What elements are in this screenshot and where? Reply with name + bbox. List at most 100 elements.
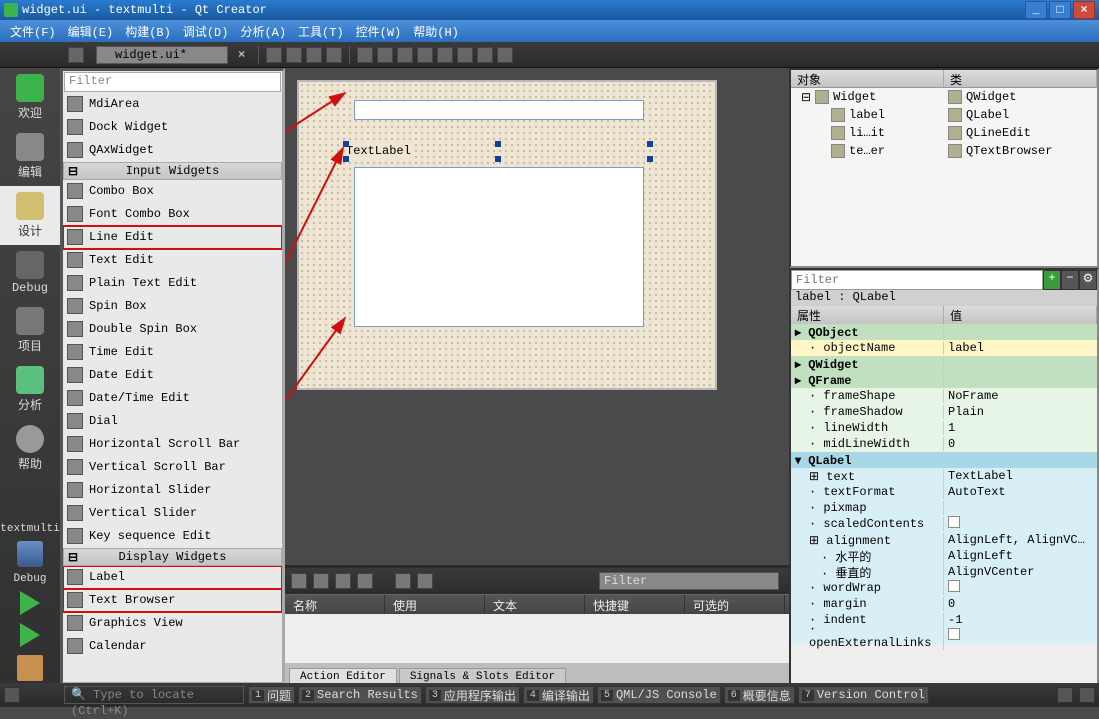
output-tab[interactable]: 4编译输出 [523, 686, 594, 704]
mode-edit[interactable]: 编辑 [0, 127, 60, 186]
widget-item-calendar[interactable]: Calendar [63, 635, 282, 658]
action-filter[interactable]: Filter [599, 572, 779, 590]
widget-item-horizontal-slider[interactable]: Horizontal Slider [63, 479, 282, 502]
widget-item-double-spin-box[interactable]: Double Spin Box [63, 318, 282, 341]
settings-icon[interactable]: ⚙ [1079, 270, 1097, 290]
property-row[interactable]: · midLineWidth0 [791, 436, 1097, 452]
widget-item-graphics-view[interactable]: Graphics View [63, 612, 282, 635]
widget-item-key-sequence-edit[interactable]: Key sequence Edit [63, 525, 282, 548]
minimize-button[interactable]: _ [1025, 1, 1047, 19]
mode-help[interactable]: 帮助 [0, 419, 60, 478]
active-project[interactable]: textmulti [0, 521, 59, 537]
close-doc-icon[interactable]: × [238, 48, 245, 62]
menu-edit[interactable]: 编辑(E) [62, 23, 120, 40]
back-icon[interactable] [68, 47, 84, 63]
widget-item-text-edit[interactable]: Text Edit [63, 249, 282, 272]
property-row[interactable]: · frameShadowPlain [791, 404, 1097, 420]
edit-signals-icon[interactable] [286, 47, 302, 63]
widgetbox-filter[interactable]: Filter [64, 72, 281, 92]
output-tab[interactable]: 3应用程序输出 [425, 686, 520, 704]
action-table-body[interactable] [285, 614, 789, 663]
lineedit-widget[interactable] [354, 100, 644, 120]
property-row[interactable]: · frameShapeNoFrame [791, 388, 1097, 404]
form-canvas-area[interactable]: TextLabel [285, 68, 789, 565]
widget-item-dial[interactable]: Dial [63, 410, 282, 433]
kit-selector-icon[interactable] [17, 541, 43, 567]
mode-welcome[interactable]: 欢迎 [0, 68, 60, 127]
add-property-icon[interactable]: + [1043, 270, 1061, 290]
mode-projects[interactable]: 项目 [0, 301, 60, 360]
widget-item-text-browser[interactable]: Text Browser [63, 589, 282, 612]
property-group-header[interactable]: ▸ QFrame [791, 372, 1097, 388]
edit-widgets-icon[interactable] [266, 47, 282, 63]
property-row[interactable]: · 水平的AlignLeft [791, 548, 1097, 564]
object-row[interactable]: te…erQTextBrowser [791, 142, 1097, 160]
output-tab[interactable]: 1问题 [248, 686, 295, 704]
listview-icon[interactable] [417, 573, 433, 589]
menu-file[interactable]: 文件(F) [4, 23, 62, 40]
property-row[interactable]: ⊞ textTextLabel [791, 468, 1097, 484]
edit-buddies-icon[interactable] [306, 47, 322, 63]
widget-item-plain-text-edit[interactable]: Plain Text Edit [63, 272, 282, 295]
copy-action-icon[interactable] [313, 573, 329, 589]
property-row[interactable]: · openExternalLinks [791, 628, 1097, 644]
widget-item-qaxwidget[interactable]: QAxWidget [63, 139, 282, 162]
progress-icon[interactable] [1057, 687, 1073, 703]
property-row[interactable]: ⊞ alignmentAlignLeft, AlignVC… [791, 532, 1097, 548]
property-row[interactable]: · scaledContents [791, 516, 1097, 532]
remove-property-icon[interactable]: − [1061, 270, 1079, 290]
menu-help[interactable]: 帮助(H) [407, 23, 465, 40]
widget-item-line-edit[interactable]: Line Edit [63, 226, 282, 249]
mode-design[interactable]: 设计 [0, 186, 60, 245]
widget-item-spin-box[interactable]: Spin Box [63, 295, 282, 318]
layout-hsplit-icon[interactable] [397, 47, 413, 63]
output-tab[interactable]: 2Search Results [298, 686, 422, 704]
delete-action-icon[interactable] [357, 573, 373, 589]
build-button[interactable] [17, 655, 43, 681]
menu-analyze[interactable]: 分析(A) [234, 23, 292, 40]
maximize-button[interactable]: □ [1049, 1, 1071, 19]
run-debug-button[interactable] [20, 623, 40, 647]
layout-vsplit-icon[interactable] [417, 47, 433, 63]
widget-item-dock-widget[interactable]: Dock Widget [63, 116, 282, 139]
output-tab[interactable]: 5QML/JS Console [597, 686, 721, 704]
locator-input[interactable]: 🔍 Type to locate (Ctrl+K) [64, 686, 244, 704]
widget-item-mdiarea[interactable]: MdiArea [63, 93, 282, 116]
layout-grid-icon[interactable] [437, 47, 453, 63]
menu-build[interactable]: 构建(B) [119, 23, 177, 40]
toggle-sidebar-icon[interactable] [4, 687, 20, 703]
mode-analyze[interactable]: 分析 [0, 360, 60, 419]
menu-widgets[interactable]: 控件(W) [350, 23, 408, 40]
widget-item-font-combo-box[interactable]: Font Combo Box [63, 203, 282, 226]
property-row[interactable]: · textFormatAutoText [791, 484, 1097, 500]
widget-item-date-time-edit[interactable]: Date/Time Edit [63, 387, 282, 410]
property-group-header[interactable]: ▾ QLabel [791, 452, 1097, 468]
run-button[interactable] [20, 591, 40, 615]
widget-item-label[interactable]: Label [63, 566, 282, 589]
property-group-header[interactable]: ▸ QObject [791, 324, 1097, 340]
label-widget[interactable]: TextLabel [345, 144, 412, 158]
mode-debug[interactable]: Debug [0, 245, 60, 301]
menu-debug[interactable]: 调试(D) [177, 23, 235, 40]
paste-action-icon[interactable] [335, 573, 351, 589]
object-row[interactable]: li…itQLineEdit [791, 124, 1097, 142]
property-row[interactable]: · lineWidth1 [791, 420, 1097, 436]
widget-group[interactable]: Display Widgets [63, 548, 282, 566]
form-canvas[interactable]: TextLabel [297, 80, 717, 390]
menu-tools[interactable]: 工具(T) [292, 23, 350, 40]
object-row[interactable]: ⊟ WidgetQWidget [791, 88, 1097, 106]
adjust-size-icon[interactable] [497, 47, 513, 63]
property-row[interactable]: · margin0 [791, 596, 1097, 612]
edit-taborder-icon[interactable] [326, 47, 342, 63]
property-row[interactable]: · wordWrap [791, 580, 1097, 596]
layout-v-icon[interactable] [377, 47, 393, 63]
output-tab[interactable]: 6概要信息 [724, 686, 795, 704]
widget-item-combo-box[interactable]: Combo Box [63, 180, 282, 203]
property-group-header[interactable]: ▸ QWidget [791, 356, 1097, 372]
object-row[interactable]: labelQLabel [791, 106, 1097, 124]
widget-group[interactable]: Input Widgets [63, 162, 282, 180]
property-row[interactable]: · objectNamelabel [791, 340, 1097, 356]
widget-item-time-edit[interactable]: Time Edit [63, 341, 282, 364]
property-filter[interactable] [791, 270, 1043, 290]
close-button[interactable]: × [1073, 1, 1095, 19]
